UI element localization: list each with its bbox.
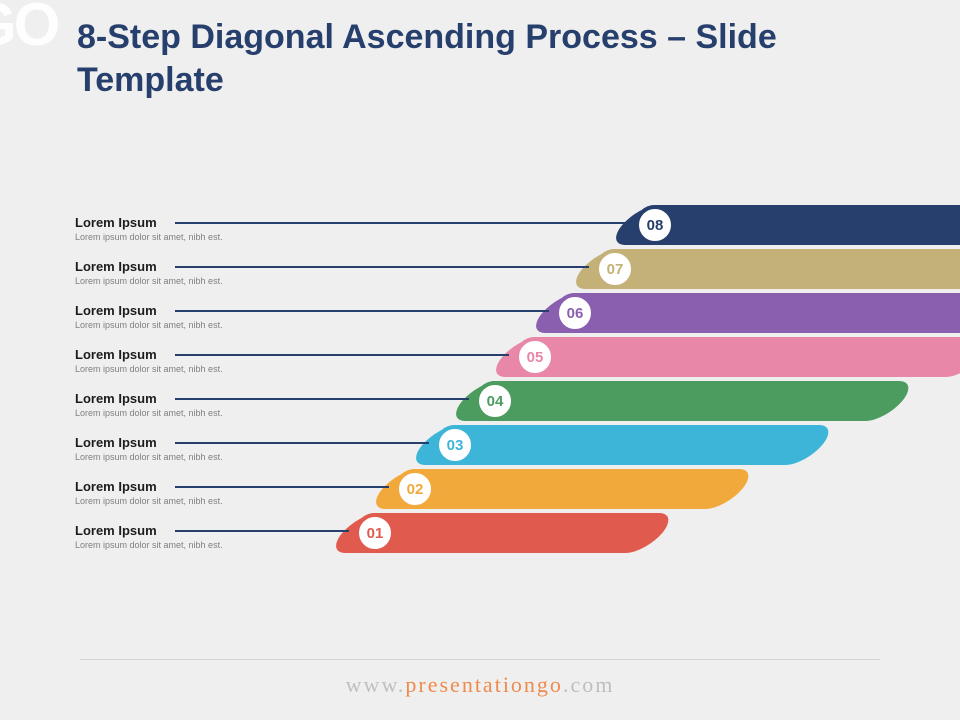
step-sublabel-03: Lorem ipsum dolor sit amet, nibh est.	[75, 452, 223, 462]
diagram-container: 08Lorem IpsumLorem ipsum dolor sit amet,…	[75, 220, 905, 600]
step-sublabel-07: Lorem ipsum dolor sit amet, nibh est.	[75, 276, 223, 286]
step-rule-06	[175, 310, 549, 312]
footer-prefix: www.	[346, 672, 406, 697]
step-sublabel-06: Lorem ipsum dolor sit amet, nibh est.	[75, 320, 223, 330]
step-sublabel-04: Lorem ipsum dolor sit amet, nibh est.	[75, 408, 223, 418]
step-number-08: 08	[635, 205, 675, 245]
footer-url: www.presentationgo.com	[0, 672, 960, 698]
footer-suffix: .com	[563, 672, 614, 697]
step-number-07: 07	[595, 249, 635, 289]
step-rule-02	[175, 486, 389, 488]
step-row-01: 01Lorem IpsumLorem ipsum dolor sit amet,…	[75, 533, 905, 577]
step-rule-08	[175, 222, 629, 224]
step-rule-04	[175, 398, 469, 400]
step-label-07: Lorem Ipsum	[75, 259, 157, 274]
step-rule-05	[175, 354, 509, 356]
step-label-02: Lorem Ipsum	[75, 479, 157, 494]
logo-fragment: GO	[0, 0, 57, 59]
step-number-03: 03	[435, 425, 475, 465]
step-sublabel-01: Lorem ipsum dolor sit amet, nibh est.	[75, 540, 223, 550]
step-sublabel-08: Lorem ipsum dolor sit amet, nibh est.	[75, 232, 223, 242]
step-number-05: 05	[515, 337, 555, 377]
step-rule-01	[175, 530, 349, 532]
step-label-01: Lorem Ipsum	[75, 523, 157, 538]
step-bar-05	[485, 337, 960, 377]
step-rule-03	[175, 442, 429, 444]
step-number-06: 06	[555, 293, 595, 333]
step-sublabel-02: Lorem ipsum dolor sit amet, nibh est.	[75, 496, 223, 506]
step-bar-04	[445, 381, 919, 421]
step-label-04: Lorem Ipsum	[75, 391, 157, 406]
step-label-05: Lorem Ipsum	[75, 347, 157, 362]
step-number-01: 01	[355, 513, 395, 553]
step-label-03: Lorem Ipsum	[75, 435, 157, 450]
step-sublabel-05: Lorem ipsum dolor sit amet, nibh est.	[75, 364, 223, 374]
slide-title: 8-Step Diagonal Ascending Process – Slid…	[77, 16, 877, 101]
footer-divider	[80, 659, 880, 660]
footer-brand: presentationgo	[405, 672, 563, 697]
step-number-04: 04	[475, 381, 515, 421]
step-rule-07	[175, 266, 589, 268]
step-label-08: Lorem Ipsum	[75, 215, 157, 230]
step-label-06: Lorem Ipsum	[75, 303, 157, 318]
step-number-02: 02	[395, 469, 435, 509]
